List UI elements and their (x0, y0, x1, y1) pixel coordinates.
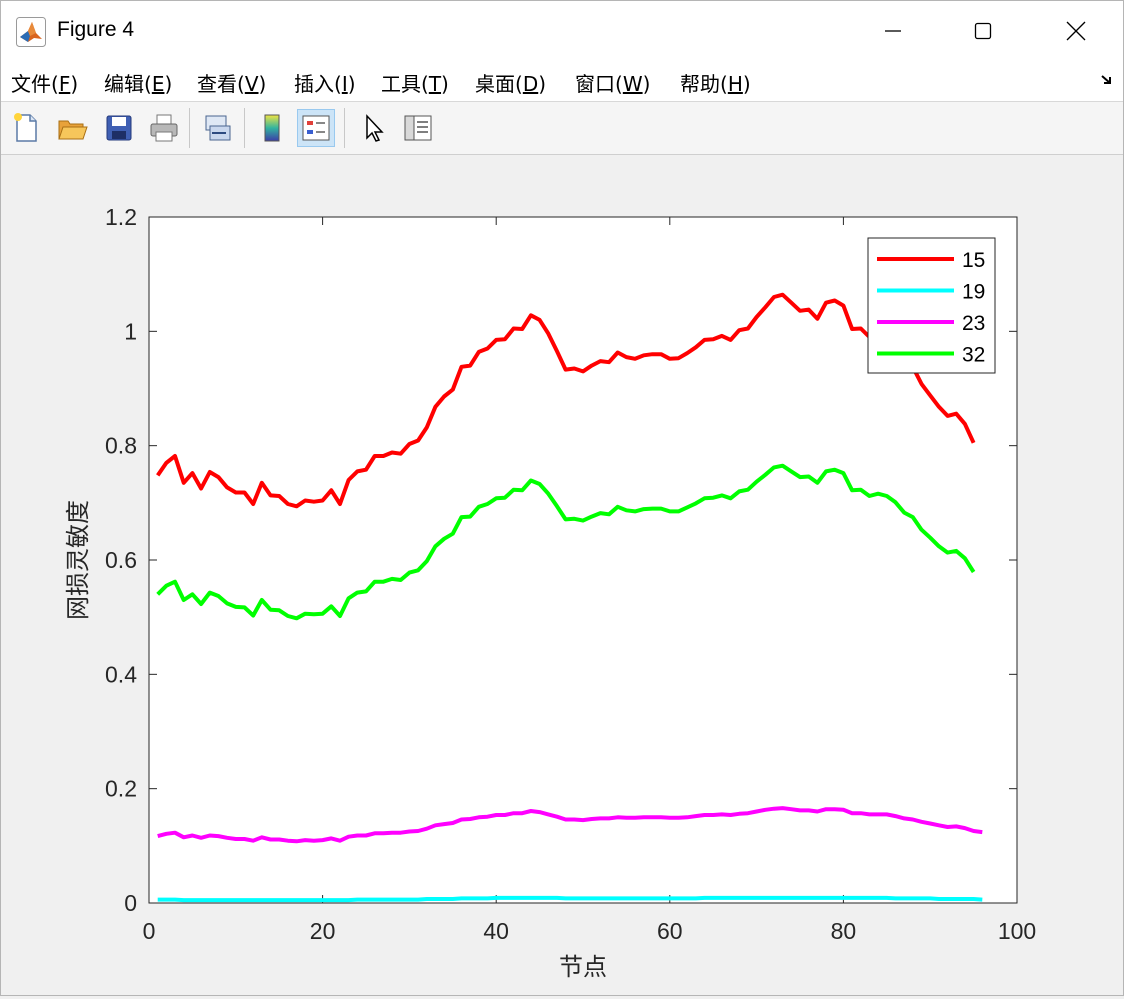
legend-icon (302, 115, 330, 141)
close-button[interactable] (1046, 9, 1106, 53)
menu-edit[interactable]: 编辑(E) (104, 68, 172, 97)
save-icon (106, 115, 132, 141)
line-chart[interactable]: 0 20 40 60 80 100 0 0.2 0.4 0.6 0.8 1 1.2 节点 网损灵敏度 15 19… (2, 155, 1122, 995)
menu-bar: 文件(F) 编辑(E) 查看(V) 插入(I) 工具(T) 桌面(D) 窗口(W… (1, 61, 1123, 102)
new-figure-icon (14, 113, 37, 142)
title-bar[interactable]: Figure 4 (1, 1, 1123, 61)
menu-file[interactable]: 文件(F) (11, 68, 78, 97)
close-icon (1066, 21, 1086, 41)
property-inspector-icon (404, 115, 432, 141)
y-tick-label: 0.6 (105, 547, 137, 573)
open-file-button[interactable] (53, 109, 91, 147)
y-axis-label: 网损灵敏度 (65, 500, 92, 620)
legend-label: 15 (962, 249, 985, 272)
matlab-logo-icon (16, 17, 46, 47)
legend-button[interactable] (297, 109, 335, 147)
legend-label: 23 (962, 312, 985, 335)
pointer-button[interactable] (354, 109, 392, 147)
menu-tools[interactable]: 工具(T) (381, 68, 449, 97)
link-plot-button[interactable] (198, 109, 236, 147)
toolbar-separator (244, 108, 245, 148)
minimize-button[interactable] (863, 9, 923, 53)
dock-arrow-icon[interactable] (1099, 71, 1115, 87)
menu-insert[interactable]: 插入(I) (294, 68, 356, 97)
print-icon (150, 114, 178, 142)
colorbar-icon (264, 114, 280, 142)
minimize-icon (885, 30, 901, 32)
y-tick-label: 0.8 (105, 433, 137, 459)
legend-label: 32 (962, 344, 985, 367)
y-tick-label: 0.2 (105, 776, 137, 802)
pointer-icon (366, 114, 384, 142)
new-figure-button[interactable] (7, 109, 45, 147)
toolbar-separator (189, 108, 190, 148)
x-tick-label: 0 (143, 918, 156, 944)
window-title: Figure 4 (57, 18, 135, 41)
link-plot-icon (205, 115, 231, 141)
colorbar-button[interactable] (253, 109, 291, 147)
x-tick-label: 100 (998, 918, 1036, 944)
y-tick-label: 0 (124, 890, 137, 916)
property-inspector-button[interactable] (399, 109, 437, 147)
x-tick-label: 40 (483, 918, 509, 944)
figure-toolbar (1, 102, 1123, 155)
menu-view[interactable]: 查看(V) (197, 68, 266, 97)
x-axis-label: 节点 (559, 954, 607, 981)
y-tick-label: 1.2 (105, 204, 137, 230)
open-file-icon (58, 120, 88, 140)
print-button[interactable] (145, 109, 183, 147)
y-tick-label: 1 (124, 318, 137, 344)
y-tick-label: 0.4 (105, 661, 137, 687)
maximize-icon (974, 22, 992, 40)
toolbar-separator (344, 108, 345, 148)
x-tick-label: 80 (831, 918, 857, 944)
figure-canvas: 0 20 40 60 80 100 0 0.2 0.4 0.6 0.8 1 1.2 节点 网损灵敏度 15 19… (2, 155, 1122, 995)
figure-window: Figure 4 文件(F) 编辑(E) 查看(V) 插入(I) 工具(T) 桌… (0, 0, 1124, 996)
menu-help[interactable]: 帮助(H) (680, 68, 751, 97)
legend-label: 19 (962, 281, 985, 304)
x-tick-label: 60 (657, 918, 683, 944)
x-tick-label: 20 (310, 918, 336, 944)
maximize-button[interactable] (953, 9, 1013, 53)
series-line-19[interactable] (157, 895, 983, 903)
menu-window[interactable]: 窗口(W) (575, 68, 650, 97)
menu-desktop[interactable]: 桌面(D) (475, 68, 546, 97)
save-button[interactable] (100, 109, 138, 147)
